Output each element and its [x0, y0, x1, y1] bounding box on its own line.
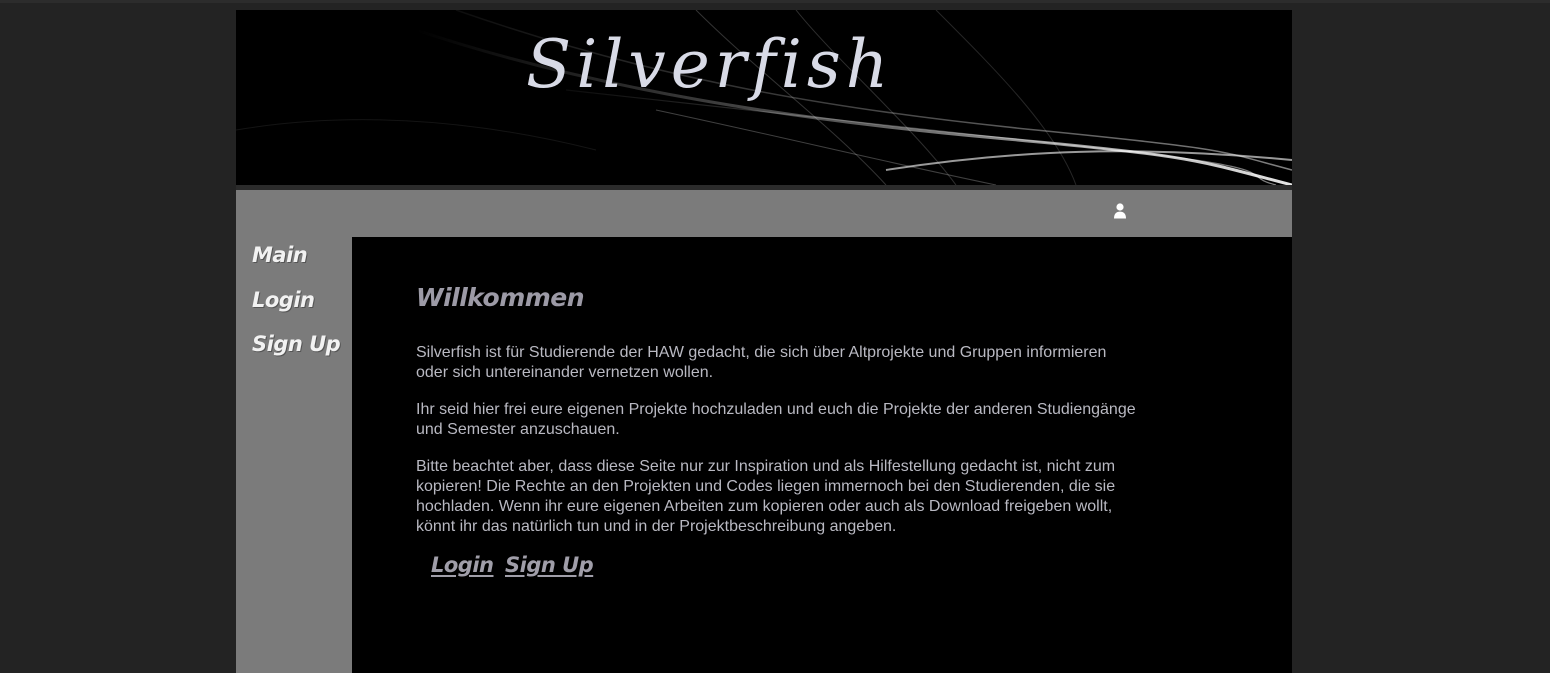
site-title: Silverfish	[526, 26, 894, 103]
sidebar-item-sign-up[interactable]: Sign Up	[252, 332, 341, 356]
header-banner: Silverfish	[236, 10, 1292, 185]
sidebar-nav: Main Login Sign Up	[236, 237, 352, 673]
sidebar-item-main[interactable]: Main	[252, 243, 308, 267]
intro-paragraph: Silverfish ist für Studierende der HAW g…	[416, 344, 1107, 381]
upload-paragraph: Ihr seid hier frei eure eigenen Projekte…	[416, 401, 1136, 438]
main-content: Willkommen Silverfish ist für Studierend…	[352, 237, 1292, 673]
page-container: Silverfish Main Login Sign Up Willkommen…	[236, 10, 1292, 673]
page-title: Willkommen	[416, 283, 585, 312]
login-link[interactable]: Login	[431, 553, 494, 577]
top-bar	[236, 190, 1292, 237]
user-icon[interactable]	[1113, 203, 1127, 219]
browser-top-strip	[0, 0, 1550, 3]
sign-up-link[interactable]: Sign Up	[505, 553, 594, 577]
sidebar-item-login[interactable]: Login	[252, 288, 315, 312]
notice-paragraph: Bitte beachtet aber, dass diese Seite nu…	[416, 458, 1116, 535]
